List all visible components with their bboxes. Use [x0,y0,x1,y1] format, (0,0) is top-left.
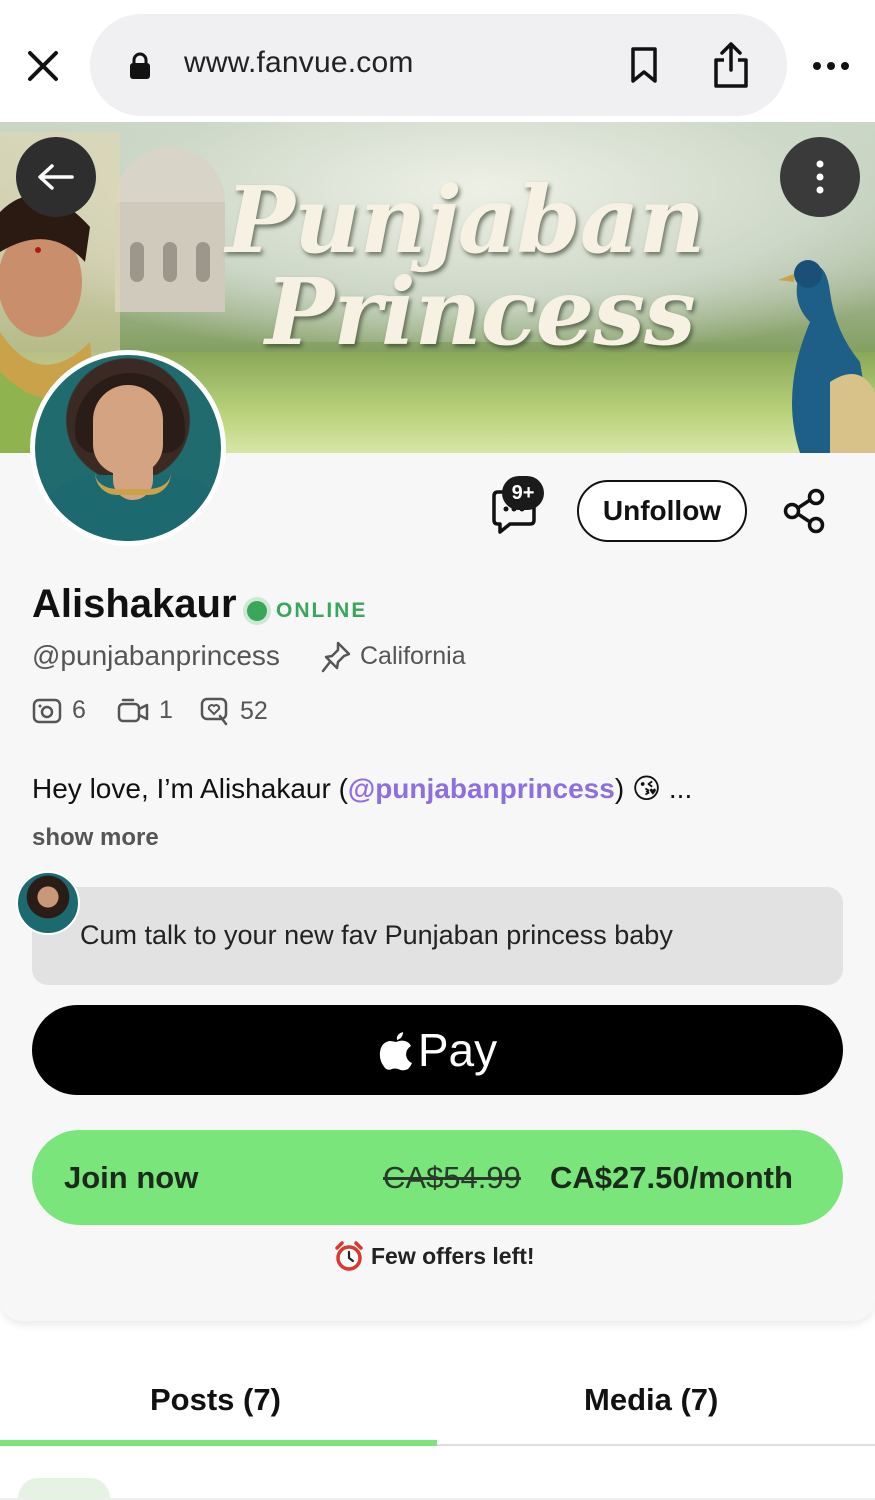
original-price: CA$54.99 [383,1160,521,1195]
content-tabs: Posts (7) Media (7) [0,1360,875,1450]
banner-title: Punjaban Princess [185,174,745,358]
unfollow-button[interactable]: Unfollow [577,480,747,542]
apple-pay-button[interactable]: Pay [32,1005,843,1095]
join-now-label: Join now [64,1160,199,1195]
vertical-dots-icon [816,160,824,194]
show-more-link[interactable]: show more [32,824,159,852]
share-network-icon[interactable] [782,488,826,534]
video-count-value: 1 [159,696,173,724]
promo-message-text: Cum talk to your new fav Punjaban prince… [80,920,673,950]
post-count-value: 52 [240,696,268,725]
limited-offer-notice: Few offers left! [333,1240,535,1272]
close-icon[interactable] [22,45,64,87]
apple-logo-icon [379,1032,412,1071]
apple-pay-label: Pay [417,1024,498,1076]
pin-icon [321,641,351,673]
peacock-illustration [778,260,875,453]
avatar[interactable] [30,350,226,546]
bookmark-icon[interactable] [628,46,660,84]
photo-count-value: 6 [72,696,86,724]
message-count-badge: 9+ [502,476,544,510]
arrow-left-icon [38,164,74,190]
post-count: 52 [200,696,268,726]
browser-toolbar: www.fanvue.com [0,0,875,122]
tab-divider [437,1444,875,1446]
tab-posts[interactable]: Posts (7) [150,1382,281,1418]
lock-icon [130,52,150,79]
profile-name: Alishakaur [32,582,237,626]
bio-text-end: ) 😘 ... [614,773,693,804]
promo-avatar [16,871,80,935]
online-status-dot [247,601,267,621]
active-tab-indicator [0,1440,437,1446]
url-text[interactable]: www.fanvue.com [184,46,414,80]
tab-media[interactable]: Media (7) [584,1382,718,1418]
profile-handle: @punjabanprincess [32,640,280,671]
video-camera-icon [117,698,149,722]
alarm-clock-icon [335,1241,363,1271]
camera-icon [32,698,62,723]
profile-bio: Hey love, I’m Alishakaur (@punjabanprinc… [32,772,692,805]
limited-offer-text: Few offers left! [371,1242,535,1269]
bio-text-start: Hey love, I’m Alishakaur ( [32,773,348,804]
profile-menu-button[interactable] [780,137,860,217]
back-button[interactable] [16,137,96,217]
more-icon[interactable] [810,56,852,76]
discounted-price: CA$27.50/month [550,1160,793,1195]
banner-title-line2: Princess [265,258,696,366]
profile-location: California [360,642,466,670]
post-heart-icon [200,697,228,726]
online-status-label: ONLINE [276,599,368,622]
bio-mention-link[interactable]: @punjabanprincess [348,773,615,804]
share-icon[interactable] [710,40,752,90]
photo-count: 6 [32,696,86,725]
video-count: 1 [117,696,173,725]
next-content-placeholder [18,1478,110,1500]
